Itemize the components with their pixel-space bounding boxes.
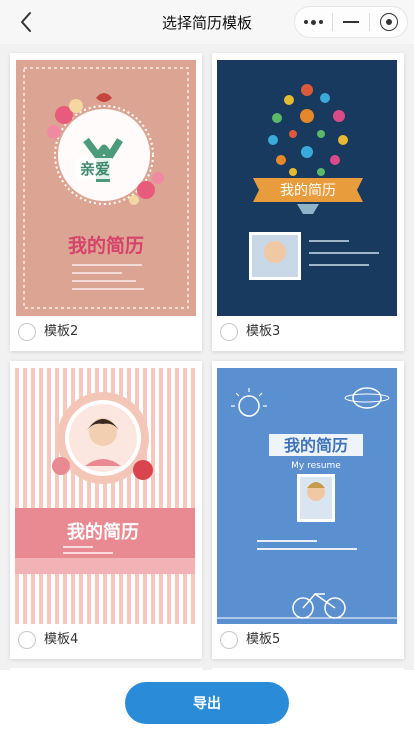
close-mini-program-button[interactable]	[370, 7, 407, 37]
template-5-preview: 我的简历 My resume	[217, 368, 397, 624]
template-card-3[interactable]: 我的简历 模板3	[212, 53, 404, 351]
template-3-preview: 我的简历	[217, 60, 397, 316]
template-2-preview: 我的简历 亲爱	[16, 60, 196, 316]
minus-icon	[343, 21, 359, 23]
template-5-subheading: My resume	[291, 461, 341, 471]
template-4-radio[interactable]	[18, 631, 36, 649]
bottom-action-bar: 导出	[0, 670, 414, 736]
template-card-2[interactable]: 我的简历 亲爱 模板2	[10, 53, 202, 351]
template-5-heading: 我的简历	[284, 436, 348, 455]
template-5-radio[interactable]	[220, 631, 238, 649]
template-3-heading: 我的简历	[280, 182, 336, 199]
template-2-badge: 亲爱	[78, 158, 113, 179]
template-4-heading: 我的简历	[67, 521, 139, 543]
template-2-radio[interactable]	[18, 323, 36, 341]
more-dot-center	[310, 19, 316, 25]
template-card-5[interactable]: 我的简历 My resume 模板5	[212, 361, 404, 659]
template-4-preview: 我的简历	[15, 368, 195, 624]
template-4-label: 模板4	[44, 632, 79, 647]
target-icon	[379, 13, 398, 31]
more-dots-icon	[303, 20, 308, 24]
template-3-radio[interactable]	[220, 323, 238, 341]
more-dot-right	[318, 20, 323, 24]
template-2-label: 模板2	[44, 324, 79, 339]
template-3-label: 模板3	[246, 324, 281, 339]
minimize-button[interactable]	[333, 7, 370, 37]
export-button[interactable]: 导出	[125, 682, 289, 724]
template-5-label: 模板5	[246, 632, 281, 647]
template-2-heading: 我的简历	[68, 234, 144, 257]
template-card-4[interactable]: 我的简历 模板4	[10, 361, 202, 659]
more-menu-button[interactable]	[295, 7, 332, 37]
mini-program-capsule	[294, 6, 408, 38]
navbar: 选择简历模板	[0, 0, 414, 44]
